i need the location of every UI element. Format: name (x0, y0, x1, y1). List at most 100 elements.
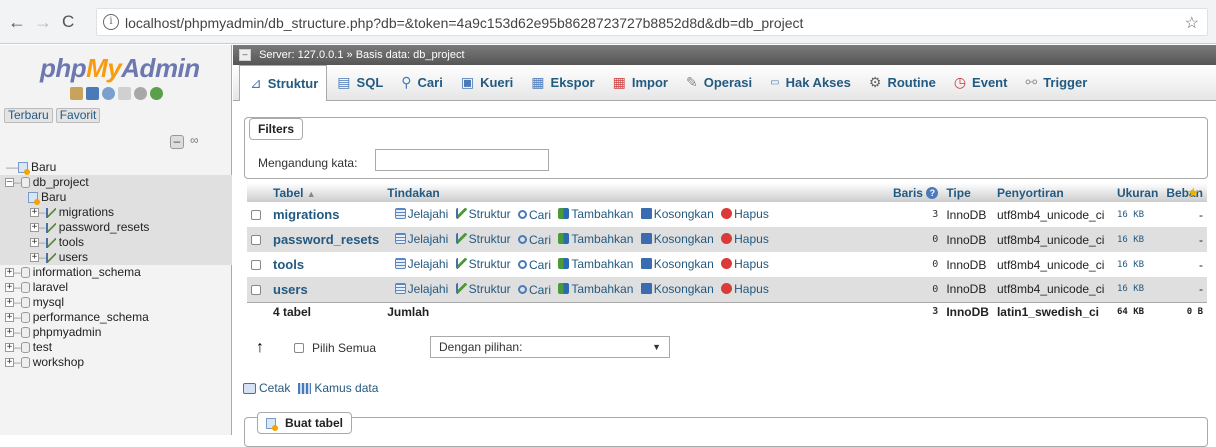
insert-action[interactable]: Tambahkan (558, 257, 633, 271)
breadcrumb-server[interactable]: Server: 127.0.0.1 » (259, 49, 353, 61)
check-all-label[interactable]: Pilih Semua (312, 341, 376, 355)
tree-item-new[interactable]: — Baru (0, 160, 232, 176)
drop-action[interactable]: Hapus (721, 232, 769, 246)
table-name-link[interactable]: migrations (273, 207, 339, 222)
search-action[interactable]: Cari (517, 283, 551, 297)
url-text[interactable]: localhost/phpmyadmin/db_structure.php?db… (125, 15, 803, 31)
tree-item-db-new[interactable]: Baru (0, 190, 232, 206)
address-bar[interactable]: i localhost/phpmyadmin/db_structure.php?… (96, 8, 1208, 36)
empty-action[interactable]: Kosongkan (640, 207, 714, 221)
expand-icon[interactable]: + (5, 283, 14, 293)
insert-action[interactable]: Tambahkan (558, 282, 633, 296)
tab-routines[interactable]: ⚙ Routine (859, 65, 944, 101)
table-size[interactable]: 16 KB (1112, 227, 1163, 252)
expand-icon[interactable]: + (5, 268, 14, 278)
expand-icon[interactable]: + (5, 328, 14, 338)
phpmyadmin-logo[interactable]: phpMyAdmin (40, 53, 200, 84)
header-table[interactable]: Tabel ▲ (269, 183, 384, 202)
check-all-checkbox[interactable] (294, 343, 304, 353)
tab-triggers[interactable]: ⚯ Trigger (1015, 65, 1095, 101)
tree-item-database[interactable]: + – phpmyadmin (0, 325, 232, 340)
filter-input[interactable] (375, 149, 549, 171)
header-size[interactable]: Ukuran (1112, 183, 1163, 202)
browse-action[interactable]: Jelajahi (394, 282, 448, 296)
tab-search[interactable]: ⚲ Cari (391, 65, 451, 101)
bookmark-star-icon[interactable]: ☆ (1185, 13, 1199, 33)
docs-icon[interactable] (118, 87, 131, 100)
recent-tab[interactable]: Terbaru (4, 108, 53, 123)
insert-action[interactable]: Tambahkan (558, 232, 633, 246)
search-action[interactable]: Cari (517, 208, 551, 222)
link-with-main-icon[interactable]: ∞ (190, 133, 199, 147)
tree-item-database[interactable]: + – workshop (0, 355, 232, 370)
data-dictionary-link[interactable]: Kamus data (298, 381, 378, 395)
table-name-link[interactable]: users (273, 282, 308, 297)
expand-icon[interactable]: + (5, 358, 14, 368)
help-icon[interactable] (102, 87, 115, 100)
tree-item-database[interactable]: + – mysql (0, 295, 232, 310)
favorite-tab[interactable]: Favorit (55, 108, 101, 123)
expand-icon[interactable]: + (30, 208, 39, 218)
structure-action[interactable]: Struktur (455, 232, 511, 246)
search-action[interactable]: Cari (517, 233, 551, 247)
row-checkbox[interactable] (251, 210, 261, 221)
tree-item-database[interactable]: + – test (0, 340, 232, 355)
expand-icon[interactable]: + (30, 253, 39, 263)
tab-operations[interactable]: ✎ Operasi (676, 65, 760, 101)
header-collation[interactable]: Penyortiran (992, 183, 1113, 202)
tree-item-db-project[interactable]: – – db_project (0, 175, 232, 190)
forward-arrow-icon[interactable]: → (34, 12, 52, 32)
tab-export[interactable]: ▦ Ekspor (521, 65, 602, 101)
expand-icon[interactable]: + (5, 298, 14, 308)
insert-action[interactable]: Tambahkan (558, 207, 633, 221)
header-rows[interactable]: Baris ? (882, 183, 943, 202)
tree-item-database[interactable]: + – information_schema (0, 265, 232, 280)
print-link[interactable]: Cetak (243, 381, 290, 395)
empty-action[interactable]: Kosongkan (640, 282, 714, 296)
back-arrow-icon[interactable]: ← (8, 12, 26, 32)
collapse-icon[interactable]: – (5, 178, 14, 188)
tree-item-database[interactable]: + – laravel (0, 280, 232, 295)
table-size[interactable]: 16 KB (1112, 252, 1163, 277)
with-selected-select[interactable]: Dengan pilihan: ▼ (430, 336, 670, 358)
structure-action[interactable]: Struktur (455, 207, 511, 221)
reload-nav-icon[interactable] (150, 87, 163, 100)
header-type[interactable]: Tipe (942, 183, 993, 202)
settings-icon[interactable] (134, 87, 147, 100)
row-checkbox[interactable] (251, 260, 261, 271)
browse-action[interactable]: Jelajahi (394, 207, 448, 221)
info-icon[interactable]: i (103, 14, 119, 30)
home-icon[interactable] (70, 87, 83, 100)
tab-events[interactable]: ◷ Event (944, 65, 1016, 101)
tree-item-table[interactable]: + – password_resets (0, 220, 232, 235)
structure-action[interactable]: Struktur (455, 282, 511, 296)
info-icon[interactable]: ? (926, 187, 939, 200)
drop-action[interactable]: Hapus (721, 257, 769, 271)
tree-item-database[interactable]: + – performance_schema (0, 310, 232, 325)
drop-action[interactable]: Hapus (721, 282, 769, 296)
table-name-link[interactable]: password_resets (273, 232, 379, 247)
structure-action[interactable]: Struktur (455, 257, 511, 271)
table-size[interactable]: 16 KB (1112, 202, 1163, 227)
empty-action[interactable]: Kosongkan (640, 232, 714, 246)
tab-sql[interactable]: ▤ SQL (327, 65, 391, 101)
tab-import[interactable]: ▦ Impor (603, 65, 676, 101)
table-size[interactable]: 16 KB (1112, 277, 1163, 302)
tree-item-table[interactable]: + – tools (0, 235, 232, 250)
breadcrumb-database[interactable]: Basis data: db_project (356, 49, 465, 61)
reload-icon[interactable]: C (62, 12, 74, 32)
tab-structure[interactable]: ⊿ Struktur (239, 64, 328, 101)
empty-action[interactable]: Kosongkan (640, 257, 714, 271)
tab-query[interactable]: ▣ Kueri (451, 65, 521, 101)
browse-action[interactable]: Jelajahi (394, 232, 448, 246)
expand-icon[interactable]: + (30, 223, 39, 233)
header-overhead[interactable]: Beban (1162, 183, 1207, 202)
collapse-all-icon[interactable]: – (170, 135, 184, 149)
tab-privileges[interactable]: ▭ Hak Akses (760, 65, 859, 101)
logout-icon[interactable] (86, 87, 99, 100)
drop-action[interactable]: Hapus (721, 207, 769, 221)
expand-icon[interactable]: + (5, 343, 14, 353)
table-name-link[interactable]: tools (273, 257, 304, 272)
browse-action[interactable]: Jelajahi (394, 257, 448, 271)
search-action[interactable]: Cari (517, 258, 551, 272)
